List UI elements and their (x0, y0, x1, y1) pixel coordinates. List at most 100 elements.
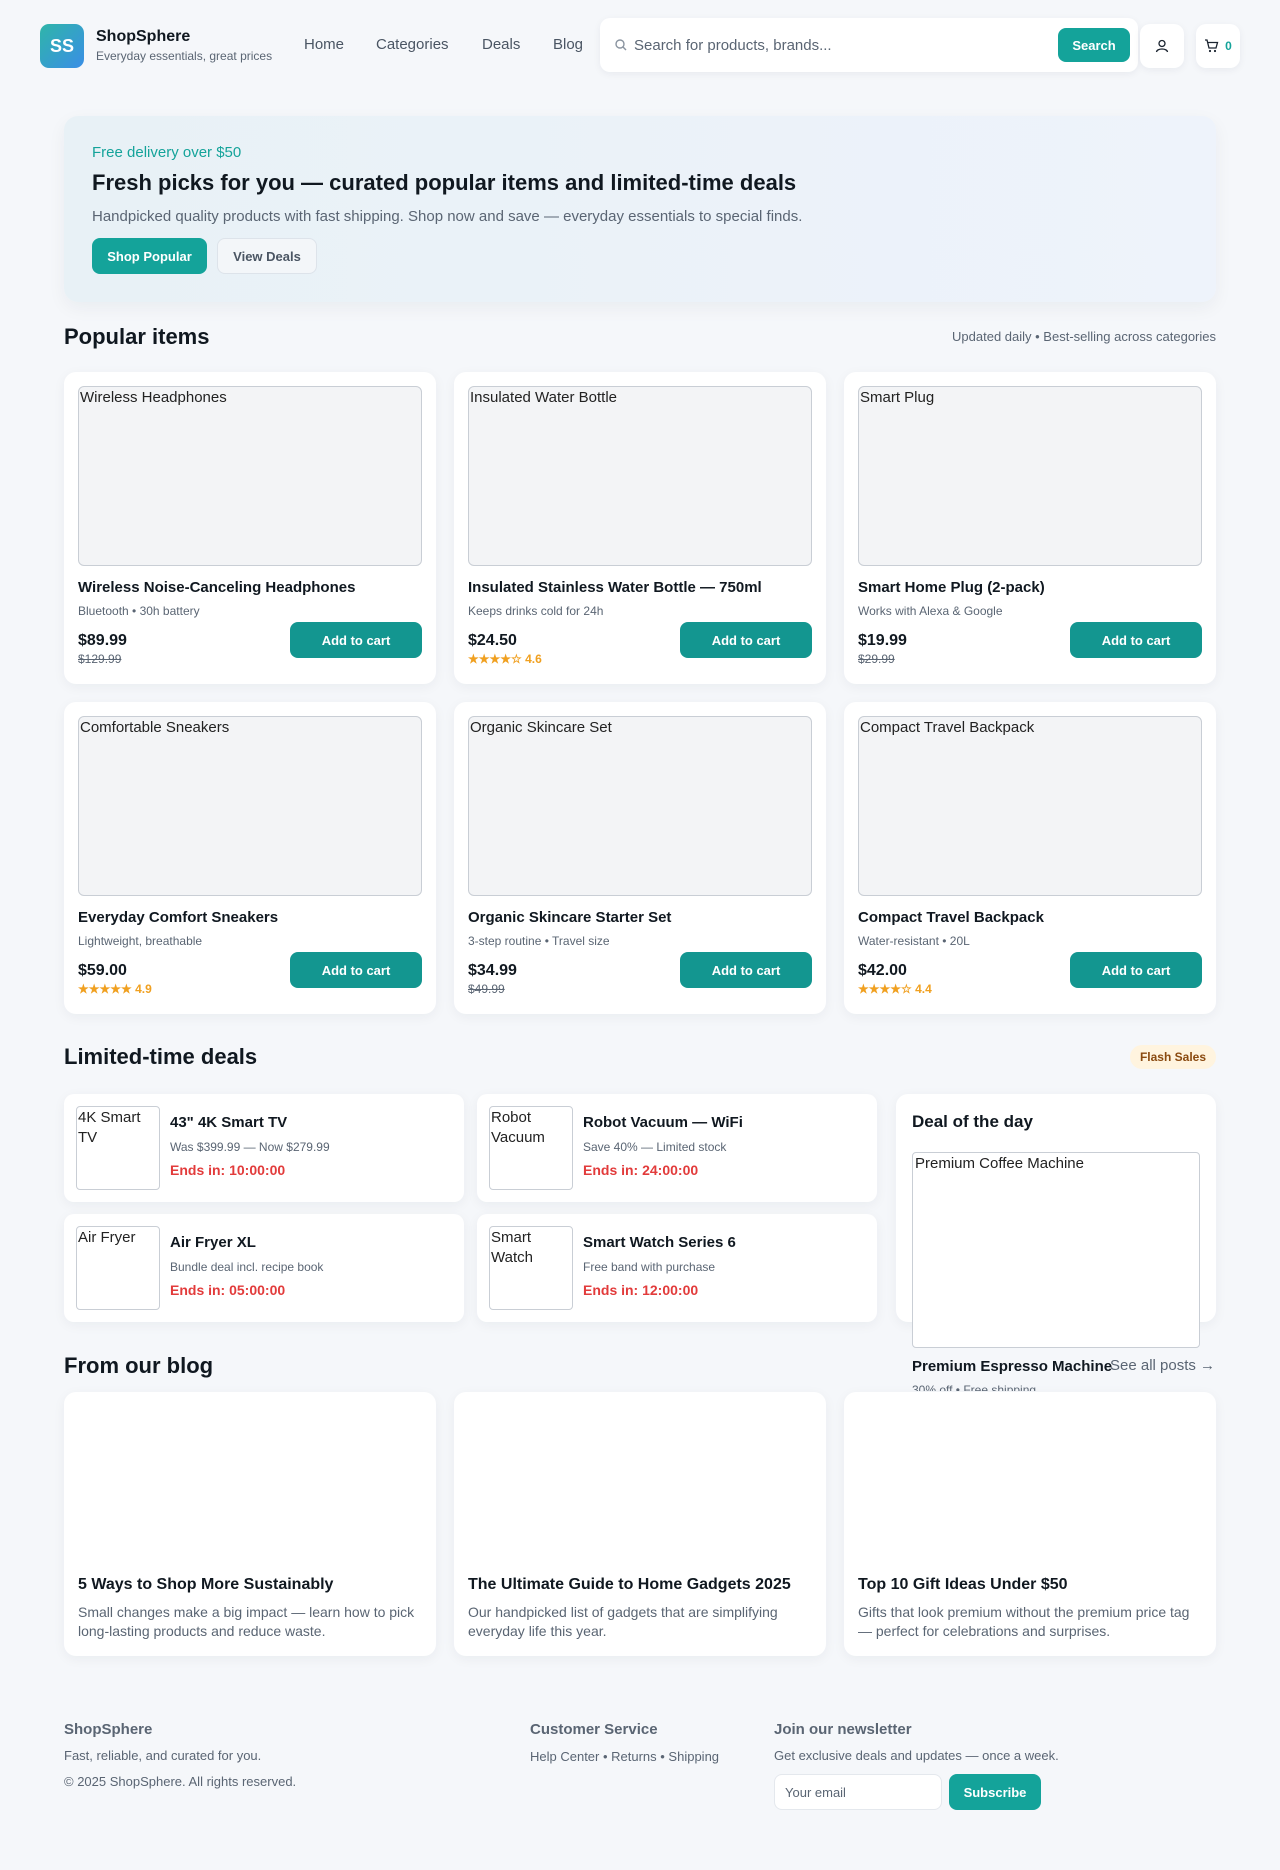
nav-home[interactable]: Home (304, 36, 344, 53)
deal-subtitle: Was $399.99 — Now $279.99 (170, 1140, 330, 1154)
newsletter-email-input[interactable] (774, 1774, 942, 1810)
add-to-cart-button[interactable]: Add to cart (1070, 952, 1202, 988)
product-card[interactable]: Organic Skincare Set Organic Skincare St… (454, 702, 826, 1014)
blog-card[interactable]: The Ultimate Guide to Home Gadgets 2025 … (454, 1392, 826, 1656)
blog-card[interactable]: 5 Ways to Shop More Sustainably Small ch… (64, 1392, 436, 1656)
product-description: Keeps drinks cold for 24h (468, 604, 604, 618)
nav-blog[interactable]: Blog (553, 36, 583, 53)
deal-of-the-day-subtitle: 30% off • Free shipping (912, 1383, 1037, 1391)
deal-countdown: Ends in: 12:00:00 (583, 1282, 699, 1298)
deal-of-the-day-image[interactable]: Premium Coffee Machine (912, 1152, 1200, 1348)
deal-subtitle: Save 40% — Limited stock (583, 1140, 727, 1154)
view-deals-button[interactable]: View Deals (217, 238, 317, 274)
user-icon (1155, 39, 1169, 53)
product-price: $59.00 (78, 962, 127, 979)
product-image[interactable]: Insulated Water Bottle (468, 386, 812, 566)
account-button[interactable] (1140, 24, 1184, 68)
see-all-posts-link[interactable]: See all posts → (1110, 1357, 1215, 1374)
product-card[interactable]: Smart Plug Smart Home Plug (2-pack) Work… (844, 372, 1216, 684)
product-name[interactable]: Smart Home Plug (2-pack) (858, 579, 1045, 596)
product-description: Water-resistant • 20L (858, 934, 970, 948)
deal-card[interactable]: Smart Watch Smart Watch Series 6 Free ba… (477, 1214, 877, 1322)
subscribe-button[interactable]: Subscribe (949, 1774, 1041, 1810)
deal-countdown: Ends in: 10:00:00 (170, 1162, 286, 1178)
search-icon (615, 39, 627, 51)
newsletter-title: Join our newsletter (774, 1721, 912, 1738)
hero-banner: Free delivery over $50 Fresh picks for y… (64, 116, 1216, 302)
product-rating: ★★★★★ 4.9 (78, 982, 152, 996)
product-price: $42.00 (858, 962, 907, 979)
search-input[interactable] (634, 33, 1034, 57)
deal-card[interactable]: Air Fryer Air Fryer XL Bundle deal incl.… (64, 1214, 464, 1322)
product-name[interactable]: Organic Skincare Starter Set (468, 909, 671, 926)
product-description: 3-step routine • Travel size (468, 934, 610, 948)
product-old-price: $49.99 (468, 982, 505, 996)
product-old-price: $129.99 (78, 652, 122, 666)
deal-subtitle: Bundle deal incl. recipe book (170, 1260, 324, 1274)
customer-service-links[interactable]: Help Center • Returns • Shipping (530, 1749, 719, 1764)
add-to-cart-button[interactable]: Add to cart (680, 952, 812, 988)
product-name[interactable]: Wireless Noise-Canceling Headphones (78, 579, 355, 596)
shop-popular-button[interactable]: Shop Popular (92, 238, 207, 274)
product-name[interactable]: Everyday Comfort Sneakers (78, 909, 278, 926)
product-card[interactable]: Insulated Water Bottle Insulated Stainle… (454, 372, 826, 684)
brand-tagline: Everyday essentials, great prices (96, 49, 273, 63)
add-to-cart-button[interactable]: Add to cart (290, 952, 422, 988)
blog-post-title[interactable]: Top 10 Gift Ideas Under $50 (858, 1576, 1068, 1594)
deal-name[interactable]: 43" 4K Smart TV (170, 1114, 287, 1131)
blog-card[interactable]: Top 10 Gift Ideas Under $50 Gifts that l… (844, 1392, 1216, 1656)
blog-post-title[interactable]: 5 Ways to Shop More Sustainably (78, 1576, 333, 1594)
add-to-cart-button[interactable]: Add to cart (1070, 622, 1202, 658)
product-image[interactable]: Comfortable Sneakers (78, 716, 422, 896)
newsletter-description: Get exclusive deals and updates — once a… (774, 1748, 1059, 1763)
blog-post-excerpt: Gifts that look premium without the prem… (858, 1604, 1190, 1639)
deal-of-the-day-name[interactable]: Premium Espresso Machine (912, 1358, 1112, 1375)
deal-image[interactable]: Air Fryer (76, 1226, 160, 1310)
add-to-cart-button[interactable]: Add to cart (290, 622, 422, 658)
deal-subtitle: Free band with purchase (583, 1260, 716, 1274)
blog-post-excerpt: Our handpicked list of gadgets that are … (468, 1604, 778, 1639)
product-description: Works with Alexa & Google (858, 604, 1003, 618)
deal-name[interactable]: Smart Watch Series 6 (583, 1234, 736, 1251)
product-name[interactable]: Compact Travel Backpack (858, 909, 1044, 926)
deal-image[interactable]: Robot Vacuum (489, 1106, 573, 1190)
deal-name[interactable]: Robot Vacuum — WiFi (583, 1114, 743, 1131)
product-card[interactable]: Comfortable Sneakers Everyday Comfort Sn… (64, 702, 436, 1014)
popular-section-meta: Updated daily • Best-selling across cate… (952, 329, 1216, 344)
deal-card[interactable]: 4K Smart TV 43" 4K Smart TV Was $399.99 … (64, 1094, 464, 1202)
hero-eyebrow: Free delivery over $50 (92, 144, 242, 161)
nav-deals[interactable]: Deals (482, 36, 520, 53)
nav-categories[interactable]: Categories (376, 36, 449, 53)
product-price: $89.99 (78, 632, 127, 649)
product-name[interactable]: Insulated Stainless Water Bottle — 750ml (468, 579, 762, 596)
deal-card[interactable]: Robot Vacuum Robot Vacuum — WiFi Save 40… (477, 1094, 877, 1202)
blog-post-title[interactable]: The Ultimate Guide to Home Gadgets 2025 (468, 1576, 791, 1594)
cart-button[interactable]: 0 (1196, 24, 1240, 68)
site-header: SS ShopSphere Everyday essentials, great… (0, 0, 1280, 92)
deal-image[interactable]: 4K Smart TV (76, 1106, 160, 1190)
cart-icon (1205, 39, 1219, 53)
deal-of-the-day-card[interactable]: Deal of the day Premium Coffee Machine P… (896, 1094, 1216, 1391)
deal-countdown: Ends in: 05:00:00 (170, 1282, 286, 1298)
cart-count: 0 (1225, 39, 1232, 53)
deals-section-title: Limited-time deals (64, 1044, 258, 1069)
product-card[interactable]: Wireless Headphones Wireless Noise-Cance… (64, 372, 436, 684)
deal-name[interactable]: Air Fryer XL (170, 1234, 256, 1251)
footer-brand: ShopSphere (64, 1721, 153, 1738)
product-image[interactable]: Organic Skincare Set (468, 716, 812, 896)
product-image[interactable]: Wireless Headphones (78, 386, 422, 566)
popular-section-title: Popular items (64, 324, 210, 349)
hero-title: Fresh picks for you — curated popular it… (92, 170, 797, 195)
product-description: Lightweight, breathable (78, 934, 203, 948)
brand-name[interactable]: ShopSphere (96, 28, 190, 46)
deal-countdown: Ends in: 24:00:00 (583, 1162, 699, 1178)
brand-logo[interactable]: SS (40, 24, 84, 68)
product-image[interactable]: Compact Travel Backpack (858, 716, 1202, 896)
product-rating: ★★★★☆ 4.4 (858, 982, 932, 996)
search-button[interactable]: Search (1058, 28, 1130, 62)
add-to-cart-button[interactable]: Add to cart (680, 622, 812, 658)
product-card[interactable]: Compact Travel Backpack Compact Travel B… (844, 702, 1216, 1014)
deal-image[interactable]: Smart Watch (489, 1226, 573, 1310)
product-image[interactable]: Smart Plug (858, 386, 1202, 566)
product-old-price: $29.99 (858, 652, 895, 666)
